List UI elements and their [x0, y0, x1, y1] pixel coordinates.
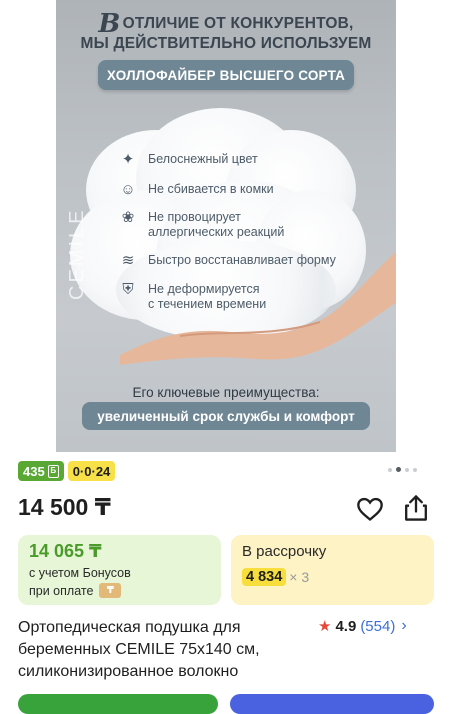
chevron-right-icon[interactable]: › [401, 617, 406, 635]
headline-line2: МЫ ДЕЙСТВИТЕЛЬНО ИСПОЛЬЗУЕМ [80, 35, 372, 52]
installment-amount: 4 834 [242, 568, 287, 586]
promo-pill-top: ХОЛЛОФАЙБЕР ВЫСШЕГО СОРТА [98, 60, 354, 90]
rating-score: 4.9 [335, 617, 357, 635]
installment-multiplier: × 3 [289, 569, 310, 585]
shield-check-icon: ⛨ [122, 281, 134, 298]
rating-link[interactable]: ★ 4.9 (554) › [318, 617, 407, 635]
page-dot[interactable] [405, 467, 409, 472]
page-dot[interactable] [388, 467, 392, 472]
feature-item: ✦ Белоснежный цвет [118, 150, 258, 170]
bonus-price-card[interactable]: 14 065 ₸ с учетом Бонусов при оплате ₸ [18, 535, 221, 605]
brand-watermark: CEMILE [66, 207, 88, 300]
timer-badge: 0·0·24 [67, 461, 116, 481]
headline-line1: ОТЛИЧИЕ ОТ КОНКУРЕНТОВ, [122, 15, 354, 32]
share-icon[interactable] [402, 493, 430, 523]
bonus-badge: 435 Б [18, 461, 64, 481]
feature-item: ≋ Быстро восстанавливает форму [118, 251, 336, 271]
spring-icon: ≋ [121, 252, 135, 269]
allergy-icon: ❀ [121, 209, 135, 226]
advantages-label: Его ключевые преимущества: [132, 385, 320, 400]
bonus-caption-2: при оплате ₸ [29, 583, 122, 598]
wallet-icon: ₸ [99, 583, 122, 598]
favorite-heart-icon[interactable] [356, 495, 384, 523]
page-dot[interactable] [413, 467, 417, 472]
buy-button[interactable] [18, 694, 218, 714]
star-icon: ★ [318, 618, 332, 635]
sparkle-icon: ✦ [121, 151, 135, 168]
bonus-price: 14 065 ₸ [29, 541, 102, 561]
promo-headline: В ОТЛИЧИЕ ОТ КОНКУРЕНТОВ, МЫ ДЕЙСТВИТЕЛЬН… [56, 11, 396, 54]
promo-pill-bottom: увеличенный срок службы и комфорт [82, 402, 370, 430]
bonus-icon: Б [47, 464, 59, 478]
product-price: 14 500 ₸ [18, 494, 111, 520]
page-dot-active[interactable] [396, 467, 401, 472]
installment-row: 4 834 × 3 [242, 568, 309, 586]
product-photo[interactable]: В ОТЛИЧИЕ ОТ КОНКУРЕНТОВ, МЫ ДЕЙСТВИТЕЛЬН… [56, 0, 396, 452]
feature-item: ⛨ Не деформируется с течением времени [118, 280, 266, 312]
installment-card[interactable]: В рассрочку 4 834 × 3 [231, 535, 434, 605]
review-count[interactable]: (554) [360, 618, 395, 635]
bonus-caption-1: с учетом Бонусов [29, 566, 131, 580]
installment-title: В рассрочку [242, 543, 327, 560]
badge-row: 435 Б 0·0·24 [18, 461, 116, 481]
feature-item: ❀ Не провоцирует аллергических реакций [118, 208, 285, 240]
add-to-cart-button[interactable] [230, 694, 434, 714]
product-title: Ортопедическая подушка для беременных CE… [18, 619, 260, 680]
gallery-pagination[interactable] [388, 467, 417, 472]
smile-icon: ☺ [120, 181, 136, 198]
product-gallery[interactable]: В ОТЛИЧИЕ ОТ КОНКУРЕНТОВ, МЫ ДЕЙСТВИТЕЛЬН… [0, 0, 452, 460]
feature-item: ☺ Не сбивается в комки [118, 180, 273, 200]
